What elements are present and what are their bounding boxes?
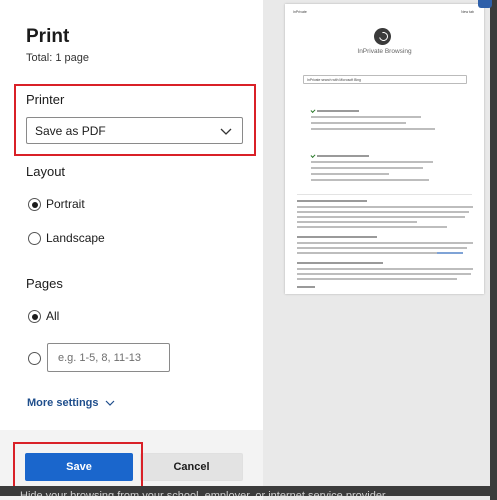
pages-label: Pages — [26, 276, 63, 291]
divider — [297, 194, 472, 195]
more-settings-label: More settings — [27, 397, 99, 409]
pages-all-radio[interactable] — [28, 310, 41, 323]
pages-custom-radio[interactable] — [28, 352, 41, 365]
landscape-label: Landscape — [46, 231, 105, 245]
pages-all-label: All — [46, 309, 60, 323]
text-line — [311, 179, 429, 181]
text-line — [297, 211, 469, 213]
text-line — [297, 221, 417, 223]
text-line — [297, 262, 383, 264]
text-line — [297, 268, 473, 270]
text-line — [297, 226, 447, 228]
pages-custom-option[interactable] — [26, 350, 44, 368]
text-line — [311, 161, 433, 163]
text-line — [297, 200, 367, 202]
preview-header-left: InPrivate — [293, 10, 307, 14]
text-line — [311, 128, 435, 130]
preview-header-right: New tab — [461, 10, 474, 14]
more-settings-link[interactable]: More settings — [27, 397, 115, 409]
text-line — [311, 173, 389, 175]
text-line — [297, 278, 457, 280]
printer-highlight-box — [14, 84, 256, 156]
check-icon — [310, 108, 316, 113]
preview-heading: InPrivate Browsing — [357, 48, 412, 55]
text-line — [297, 206, 473, 208]
text-line — [297, 273, 471, 275]
text-line — [297, 247, 467, 249]
background-page-text: Hide your browsing from your school, emp… — [0, 486, 497, 496]
text-link-line — [437, 252, 463, 254]
window-edge — [490, 0, 497, 500]
portrait-label: Portrait — [46, 197, 85, 211]
portrait-radio[interactable] — [28, 198, 41, 211]
inprivate-logo-icon — [374, 28, 391, 45]
layout-label: Layout — [26, 164, 66, 179]
preview-page: InPrivate New tab InPrivate Browsing InP… — [285, 4, 484, 294]
text-line — [297, 286, 315, 288]
corner-button — [478, 0, 492, 8]
landscape-radio[interactable] — [28, 232, 41, 245]
cancel-button[interactable]: Cancel — [140, 453, 243, 481]
text-line — [311, 116, 421, 118]
text-line — [317, 155, 369, 157]
text-line — [317, 110, 359, 112]
text-line — [297, 216, 465, 218]
check-icon — [310, 153, 316, 158]
text-line — [297, 242, 473, 244]
text-line — [311, 167, 423, 169]
preview-search-box: InPrivate search with Microsoft Bing — [303, 75, 467, 84]
total-pages: Total: 1 page — [26, 52, 89, 64]
dialog-title: Print — [26, 26, 70, 47]
text-line — [297, 252, 437, 254]
text-line — [297, 236, 377, 238]
pages-custom-input[interactable] — [47, 343, 170, 372]
chevron-down-icon — [105, 400, 115, 406]
print-panel: Print Total: 1 page Printer Save as PDF … — [0, 0, 263, 500]
text-line — [311, 122, 406, 124]
